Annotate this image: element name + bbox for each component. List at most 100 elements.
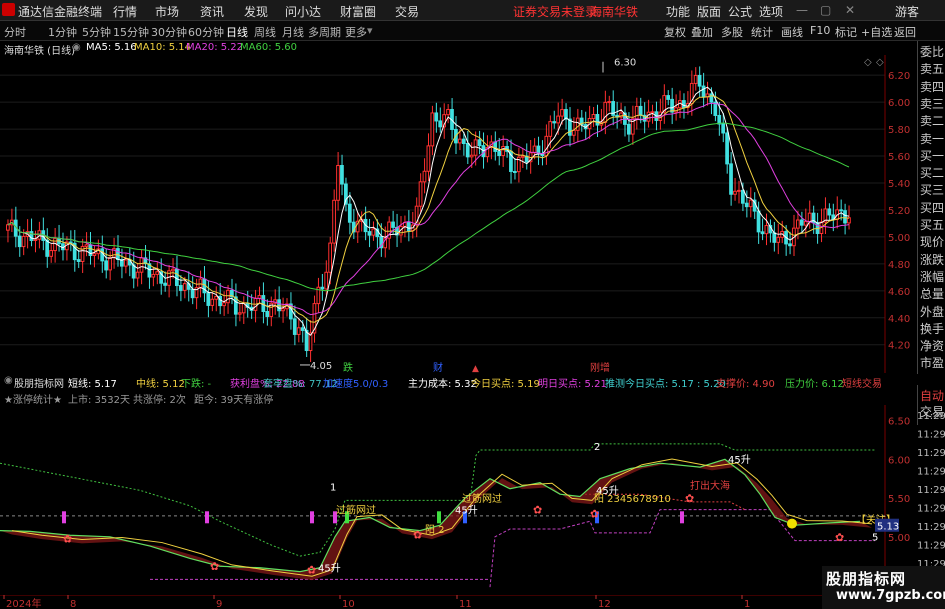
close-icon[interactable]: ✕ bbox=[845, 3, 855, 17]
indicator-annotation: 阳 2 bbox=[425, 524, 445, 536]
period-daily[interactable]: 日线 bbox=[226, 24, 248, 40]
candle-body bbox=[434, 112, 439, 122]
tool-f10[interactable]: F10 bbox=[810, 24, 830, 37]
period-more[interactable]: 更多 bbox=[345, 24, 367, 40]
candle-body bbox=[367, 231, 372, 236]
limit-stat-0: ★涨停统计★ bbox=[4, 395, 62, 406]
candle-body bbox=[292, 318, 297, 335]
candle-body bbox=[552, 121, 557, 124]
indicator-annotation: 45升 bbox=[455, 505, 478, 517]
menu-layout[interactable]: 版面 bbox=[697, 3, 721, 20]
trade-login-notice[interactable]: 证券交易未登录 bbox=[513, 3, 597, 20]
menu-fortune[interactable]: 财富圈 bbox=[340, 3, 376, 20]
quote-field-0[interactable]: 委比 bbox=[920, 43, 944, 60]
event-marker[interactable]: 刚增 bbox=[590, 361, 610, 373]
period-intraday[interactable]: 分时 bbox=[4, 24, 26, 40]
quote-field-16[interactable]: 换手 bbox=[920, 320, 944, 337]
diamond-icon[interactable]: ◇ bbox=[876, 57, 884, 68]
period-30min[interactable]: 30分钟 bbox=[151, 24, 187, 40]
main-kline-chart[interactable]: 6.20 6.00 5.80 5.60 5.40 5.20 5.00 4.80 4.60 4.40… bbox=[0, 55, 917, 373]
indicator-field-8: 明日买点: 5.21 bbox=[538, 379, 607, 390]
restore-icon[interactable]: ▢ bbox=[820, 3, 831, 17]
date-axis: 2024年 8 9 10 11 12 1 bbox=[0, 595, 945, 609]
quote-field-11[interactable]: 现价 bbox=[920, 233, 944, 250]
quote-side-panel: 委比 卖五 卖四 卖三 卖二 卖一 买一 买二 买三 买四 买五 现价 涨跌 涨幅 总量 外盘 换手 净资 市盈 bbox=[917, 41, 945, 374]
menu-news[interactable]: 资讯 bbox=[200, 3, 224, 20]
menu-quotes[interactable]: 行情 bbox=[113, 3, 137, 20]
quote-field-18[interactable]: 市盈 bbox=[920, 354, 944, 371]
signal-bar bbox=[680, 511, 684, 524]
auto-label[interactable]: 自动 bbox=[920, 387, 944, 404]
candle-body bbox=[371, 228, 376, 236]
quote-field-4[interactable]: 卖二 bbox=[920, 112, 944, 129]
menu-function[interactable]: 功能 bbox=[666, 3, 690, 20]
app-logo-icon bbox=[2, 3, 15, 16]
tool-statistics[interactable]: 统计 bbox=[751, 24, 773, 40]
indicator-annotation: 过筋网过 bbox=[462, 492, 502, 505]
period-15min[interactable]: 15分钟 bbox=[113, 24, 149, 40]
menu-formula[interactable]: 公式 bbox=[728, 3, 752, 20]
quote-field-9[interactable]: 买四 bbox=[920, 199, 944, 216]
price-tick-label: 5.40 bbox=[888, 179, 910, 190]
butterfly-icon: ✿ bbox=[835, 531, 844, 544]
candle-body bbox=[756, 210, 761, 233]
candle-body bbox=[214, 295, 219, 300]
indicator-tick-label: 6.50 bbox=[888, 417, 910, 428]
quote-field-7[interactable]: 买二 bbox=[920, 164, 944, 181]
signal-bar bbox=[437, 511, 441, 524]
ma10-value: MA10: 5.14 bbox=[134, 42, 192, 53]
quote-field-1[interactable]: 卖五 bbox=[920, 60, 944, 77]
period-5min[interactable]: 5分钟 bbox=[82, 24, 111, 40]
guest-label[interactable]: 游客 bbox=[895, 3, 919, 20]
candle-body bbox=[406, 221, 411, 232]
quote-field-15[interactable]: 外盘 bbox=[920, 303, 944, 320]
quote-field-2[interactable]: 卖四 bbox=[920, 78, 944, 95]
tool-adjust[interactable]: 复权 bbox=[664, 24, 686, 40]
candle-body bbox=[332, 199, 336, 244]
quote-field-12[interactable]: 涨跌 bbox=[920, 251, 944, 268]
tool-overlay[interactable]: 叠加 bbox=[691, 24, 713, 40]
quote-field-5[interactable]: 卖一 bbox=[920, 130, 944, 147]
menu-discover[interactable]: 发现 bbox=[244, 3, 268, 20]
period-monthly[interactable]: 月线 bbox=[282, 24, 304, 40]
menu-market[interactable]: 市场 bbox=[155, 3, 179, 20]
quote-field-3[interactable]: 卖三 bbox=[920, 95, 944, 112]
minimize-icon[interactable]: — bbox=[796, 3, 808, 17]
period-multi[interactable]: 多周期 bbox=[308, 24, 341, 40]
chart-settings-icon[interactable]: ◉ bbox=[72, 42, 81, 53]
tool-draw[interactable]: 画线 bbox=[781, 24, 803, 40]
menu-options[interactable]: 选项 bbox=[759, 3, 783, 20]
tool-multi-stock[interactable]: 多股 bbox=[721, 24, 743, 40]
tool-mark[interactable]: 标记 bbox=[835, 24, 857, 40]
candle-body bbox=[638, 105, 643, 116]
candle-body bbox=[175, 268, 179, 287]
quote-field-10[interactable]: 买五 bbox=[920, 216, 944, 233]
menu-ask[interactable]: 问小达 bbox=[285, 3, 321, 20]
menu-trade[interactable]: 交易 bbox=[395, 3, 419, 20]
candle-body bbox=[210, 298, 215, 306]
quote-field-17[interactable]: 净资 bbox=[920, 337, 944, 354]
chevron-down-icon[interactable]: ▾ bbox=[367, 24, 373, 37]
event-marker[interactable]: 财 bbox=[433, 361, 443, 373]
candle-body bbox=[532, 145, 537, 154]
period-1min[interactable]: 1分钟 bbox=[48, 24, 77, 40]
date-tick-label: 1 bbox=[744, 599, 750, 609]
diamond-icon[interactable]: ◇ bbox=[864, 57, 872, 68]
indicator-settings-icon[interactable]: ◉ bbox=[4, 375, 13, 386]
limit-stat-2: 共涨停: 2次 bbox=[133, 395, 186, 406]
event-marker[interactable]: 跌 bbox=[343, 361, 353, 373]
indicator-annotation: 5 bbox=[872, 533, 878, 544]
quote-field-6[interactable]: 买一 bbox=[920, 147, 944, 164]
quote-field-8[interactable]: 买三 bbox=[920, 181, 944, 198]
candle-body bbox=[84, 244, 89, 247]
quote-field-14[interactable]: 总量 bbox=[920, 285, 944, 302]
candle-body bbox=[430, 112, 435, 147]
candle-body bbox=[603, 101, 608, 123]
tool-add-favorite[interactable]: +自选 bbox=[861, 24, 892, 40]
period-weekly[interactable]: 周线 bbox=[254, 24, 276, 40]
period-60min[interactable]: 60分钟 bbox=[188, 24, 224, 40]
tool-back[interactable]: 返回 bbox=[894, 24, 916, 40]
indicator-chart[interactable]: 6.506.005.505.004.5011:2911:2911:2911:29… bbox=[0, 405, 945, 595]
butterfly-icon: ✿ bbox=[63, 532, 72, 545]
quote-field-13[interactable]: 涨幅 bbox=[920, 268, 944, 285]
